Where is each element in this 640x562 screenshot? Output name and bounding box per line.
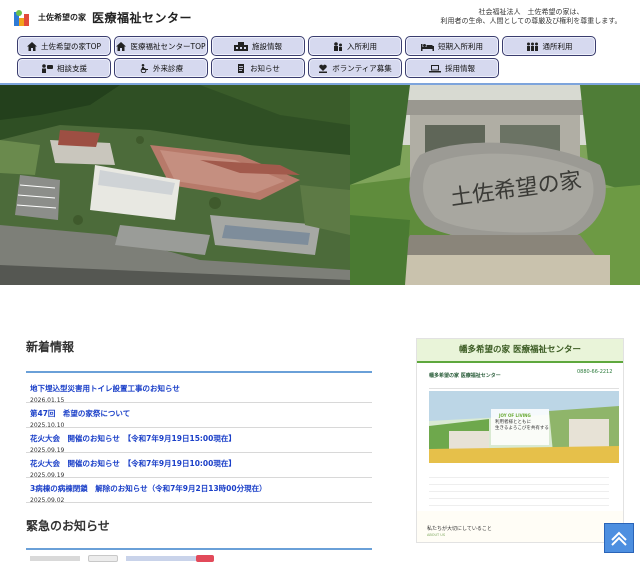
nav-item-label: ボランティア募集 xyxy=(332,63,392,73)
hata-center-banner-link[interactable]: 幡多希望の家 医療福祉センター 幡多希望の家 医療福祉センター 0880-66-… xyxy=(416,338,624,543)
home-icon xyxy=(116,41,127,51)
logo-site-name: 医療福祉センター xyxy=(92,11,193,25)
bed-icon xyxy=(421,42,434,51)
nav-item-label: 通所利用 xyxy=(542,41,573,51)
news-item-link[interactable]: 第47回 希望の家祭について xyxy=(30,408,368,419)
people-icon xyxy=(333,41,343,51)
banner-about-title: 私たちが大切にしていること xyxy=(427,526,492,532)
news-item: 地下埋込型災害用トイレ設置工事のお知らせ 2026.01.15 xyxy=(26,378,372,404)
site-logo[interactable]: 土佐希望の家 医療福祉センター xyxy=(14,9,192,26)
nav-item-label: 土佐希望の家TOP xyxy=(40,41,101,51)
nav-item-center-top[interactable]: 医療福祉センターTOP xyxy=(114,36,208,56)
banner-news-list xyxy=(429,471,609,506)
news-section: 新着情報 地下埋込型災害用トイレ設置工事のお知らせ 2026.01.15 第47… xyxy=(26,338,372,504)
logo-org-name: 土佐希望の家 xyxy=(38,13,86,22)
consult-icon xyxy=(41,63,53,73)
banner-tel: 0880-66-2212 xyxy=(577,369,613,375)
news-item: 第47回 希望の家祭について 2025.10.10 xyxy=(26,403,372,429)
header-tagline: 社会福祉法人 土佐希望の家は、 利用者の生命、人間としての尊厳及び権利を尊重しま… xyxy=(426,8,636,26)
nav-item-label: 外来診療 xyxy=(153,63,183,73)
urgent-section-title: 緊急のお知らせ xyxy=(26,517,372,550)
news-item-date: 2025.09.02 xyxy=(30,497,65,504)
banner-about-sub: ABOUT US xyxy=(427,533,446,537)
nav-item-outpatient[interactable]: 外来診療 xyxy=(114,58,208,78)
nav-item-label: 相談支援 xyxy=(57,63,87,73)
nav-item-label: 短期入所利用 xyxy=(438,41,483,51)
urgent-section: 緊急のお知らせ xyxy=(26,517,372,562)
aerial-campus-photo xyxy=(0,85,350,285)
banner-joy: JOY OF LIVING xyxy=(499,413,531,418)
logo-mark-icon xyxy=(14,9,32,26)
news-item-link[interactable]: 3病棟の病棟閉鎖 解除のお知らせ（令和7年9月2日13時00分現在） xyxy=(30,483,368,494)
nav-item-label: 施設情報 xyxy=(252,41,282,51)
news-item: 3病棟の病棟閉鎖 解除のお知らせ（令和7年9月2日13時00分現在） 2025.… xyxy=(26,478,372,504)
nav-item-admission[interactable]: 入所利用 xyxy=(308,36,402,56)
news-item: 花火大会 開催のお知らせ 【令和7年9月19日15:00現在】 2025.09.… xyxy=(26,428,372,454)
banner-copy-line-2: 生きるよろこびを共有する xyxy=(495,426,549,431)
nav-item-label: 入所利用 xyxy=(347,41,377,51)
heart-hand-icon xyxy=(318,64,328,73)
banner-photo: JOY OF LIVING 利用者様とともに 生きるよろこびを共有する xyxy=(429,391,619,463)
news-item-link[interactable]: 花火大会 開催のお知らせ 【令和7年9月19日10:00現在】 xyxy=(30,458,368,469)
nav-item-volunteer[interactable]: ボランティア募集 xyxy=(308,58,402,78)
nav-item-day-service[interactable]: 通所利用 xyxy=(502,36,596,56)
nav-item-consultation[interactable]: 相談支援 xyxy=(17,58,111,78)
news-item: 花火大会 開催のお知らせ 【令和7年9月19日10:00現在】 2025.09.… xyxy=(26,453,372,479)
nav-item-news[interactable]: お知らせ xyxy=(211,58,305,78)
banner-menu xyxy=(429,381,619,389)
hero-banner: 土佐希望の家 xyxy=(0,85,640,285)
tagline-line-1: 社会福祉法人 土佐希望の家は、 xyxy=(478,8,584,16)
document-icon xyxy=(236,63,246,73)
banner-title: 幡多希望の家 医療福祉センター xyxy=(417,339,623,363)
nav-item-tosa-kibou-top[interactable]: 土佐希望の家TOP xyxy=(17,36,111,56)
banner-copy: 利用者様とともに 生きるよろこびを共有する xyxy=(495,420,549,432)
news-list: 地下埋込型災害用トイレ設置工事のお知らせ 2026.01.15 第47回 希望の… xyxy=(26,378,372,504)
building-icon xyxy=(234,41,248,51)
stone-monument-photo: 土佐希望の家 xyxy=(350,85,640,285)
news-section-title: 新着情報 xyxy=(26,338,372,373)
banner-site-name: 幡多希望の家 医療福祉センター xyxy=(429,373,501,379)
laptop-icon xyxy=(429,64,441,73)
banner-about: 私たちが大切にしていること ABOUT US xyxy=(417,511,623,542)
nav-item-label: 医療福祉センターTOP xyxy=(130,41,206,51)
nav-item-label: 採用情報 xyxy=(445,63,475,73)
home-icon xyxy=(26,41,37,51)
chevron-up-icon xyxy=(611,531,627,546)
nav-item-recruit[interactable]: 採用情報 xyxy=(405,58,499,78)
news-item-link[interactable]: 地下埋込型災害用トイレ設置工事のお知らせ xyxy=(30,383,368,394)
main-nav: 土佐希望の家TOP 医療福祉センターTOP 施設情報 入所利用 短期入所利用 通… xyxy=(17,36,599,78)
site-header: 土佐希望の家 医療福祉センター 社会福祉法人 土佐希望の家は、 利用者の生命、人… xyxy=(0,0,640,36)
page-top-button[interactable] xyxy=(604,523,634,553)
wheelchair-icon xyxy=(139,63,149,73)
tagline-line-2: 利用者の生命、人間としての尊厳及び権利を尊重します。 xyxy=(440,17,622,25)
nav-item-short-stay[interactable]: 短期入所利用 xyxy=(405,36,499,56)
nav-item-label: お知らせ xyxy=(250,63,280,73)
people-group-icon xyxy=(526,42,539,51)
urgent-item-row xyxy=(26,555,372,562)
nav-item-facility[interactable]: 施設情報 xyxy=(211,36,305,56)
news-item-link[interactable]: 花火大会 開催のお知らせ 【令和7年9月19日15:00現在】 xyxy=(30,433,368,444)
